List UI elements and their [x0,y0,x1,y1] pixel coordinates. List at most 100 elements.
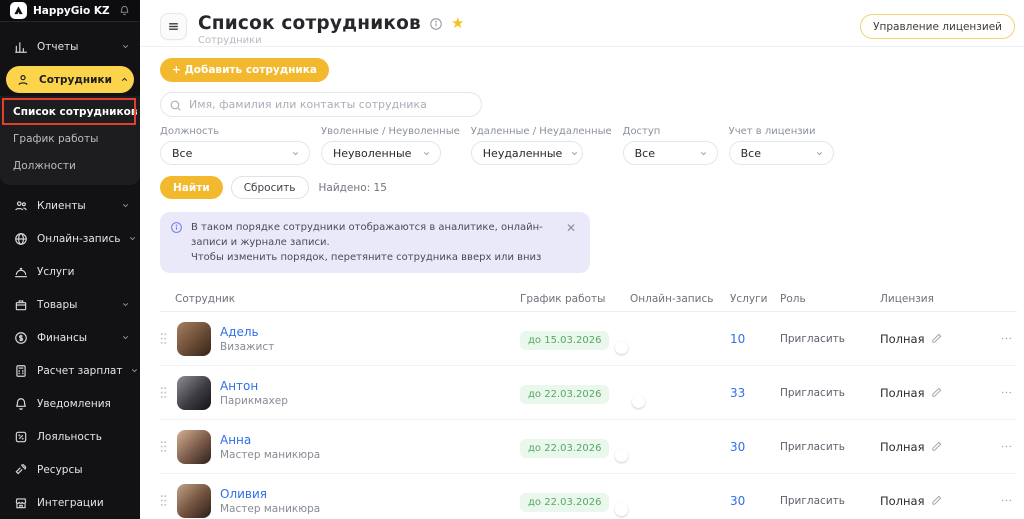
filters-row: Должность Все Уволенные / Неуволенные Не… [160,126,1017,165]
submenu-item-work-schedule[interactable]: График работы [0,125,140,152]
chevron-down-icon [570,149,579,158]
schedule-badge[interactable]: до 22.03.2026 [520,492,610,512]
sidebar-item-services[interactable]: Услуги [0,255,140,288]
search-field [160,92,482,117]
select-value: Все [740,146,761,160]
employee-name-link[interactable]: Адель [220,325,274,339]
info-icon[interactable] [429,17,443,31]
sidebar-item-reports[interactable]: Отчеты [0,30,140,63]
chevron-down-icon [130,366,139,375]
sidebar-item-label: Лояльность [37,430,102,443]
close-icon[interactable]: ✕ [564,220,578,265]
reset-button[interactable]: Сбросить [230,176,309,199]
hamburger-menu-button[interactable] [160,13,187,40]
filter-license: Учет в лицензии Все [728,126,834,165]
select-value: Все [634,146,655,160]
services-count-link[interactable]: 30 [730,494,780,508]
license-value: Полная [880,385,925,400]
search-input[interactable] [160,92,482,117]
avatar[interactable] [177,321,211,356]
sidebar-item-online-booking[interactable]: Онлайн-запись [0,222,140,255]
sidebar-item-notifications[interactable]: Уведомления [0,387,140,420]
avatar[interactable] [177,429,211,464]
services-count-link[interactable]: 30 [730,440,780,454]
row-menu-icon[interactable] [1000,440,1017,453]
schedule-badge[interactable]: до 22.03.2026 [520,384,610,404]
deleted-select[interactable]: Неудаленные [470,141,583,165]
app-window: HappyGio KZ Отчеты Сотрудники Список сот… [0,0,1024,519]
license-select[interactable]: Все [728,141,834,165]
row-menu-icon[interactable] [1000,494,1017,507]
table-row: Анна Мастер маникюра до 22.03.2026 30 Пр… [160,420,1017,474]
license-management-button[interactable]: Управление лицензией [860,14,1015,39]
add-employee-button[interactable]: + Добавить сотрудника [160,58,330,82]
row-menu-icon[interactable] [1000,386,1017,399]
calculator-icon [13,364,29,378]
service-bell-icon [13,265,29,279]
edit-pencil-icon[interactable] [931,495,942,506]
avatar[interactable] [177,375,211,410]
column-header-role: Роль [780,292,806,305]
select-value: Все [172,146,193,160]
chevron-down-icon [128,234,137,243]
submenu-item-label: Должности [13,159,76,172]
banner-line-2: Чтобы изменить порядок, перетяните сотру… [191,252,542,263]
column-header-services: Услуги [730,292,768,305]
chevron-down-icon [422,149,431,158]
notifications-bell-icon[interactable] [119,5,130,16]
package-icon [13,298,29,312]
submenu-item-positions[interactable]: Должности [0,152,140,179]
sidebar-item-products[interactable]: Товары [0,288,140,321]
access-select[interactable]: Все [622,141,718,165]
brand-logo-icon [10,2,27,19]
employee-name-link[interactable]: Оливия [220,487,320,501]
drag-handle[interactable] [160,332,168,345]
edit-pencil-icon[interactable] [931,333,942,344]
content-area: + Добавить сотрудника Должность Все Увол… [140,47,1024,519]
invite-link[interactable]: Пригласить [780,333,880,345]
sidebar-item-label: Финансы [37,331,88,344]
actions-row: Найти Сбросить Найдено: 15 [160,176,1017,199]
percent-square-icon [13,430,29,444]
chevron-down-icon [699,149,708,158]
select-value: Неуволенные [333,146,412,160]
schedule-badge[interactable]: до 15.03.2026 [520,330,610,350]
breadcrumb: Сотрудники [198,35,262,46]
sidebar-item-clients[interactable]: Клиенты [0,189,140,222]
drag-handle[interactable] [160,494,168,507]
services-count-link[interactable]: 10 [730,332,780,346]
invite-link[interactable]: Пригласить [780,387,880,399]
banner-line-1: В таком порядке сотрудники отображаются … [191,222,543,248]
sidebar-item-loyalty[interactable]: Лояльность [0,420,140,453]
favorite-star-icon[interactable]: ★ [451,16,464,31]
sidebar-item-integrations[interactable]: Интеграции [0,486,140,519]
submenu-item-employee-list[interactable]: Список сотрудников [0,98,140,125]
bar-chart-icon [13,40,29,54]
fired-select[interactable]: Неуволенные [321,141,441,165]
submenu-item-label: График работы [13,132,99,145]
row-menu-icon[interactable] [1000,332,1017,345]
employee-name-link[interactable]: Анна [220,433,320,447]
invite-link[interactable]: Пригласить [780,495,880,507]
edit-pencil-icon[interactable] [931,387,942,398]
find-button[interactable]: Найти [160,176,223,199]
schedule-badge[interactable]: до 22.03.2026 [520,438,610,458]
table-row: Оливия Мастер маникюра до 22.03.2026 30 … [160,474,1017,519]
invite-link[interactable]: Пригласить [780,441,880,453]
services-count-link[interactable]: 33 [730,386,780,400]
sidebar-item-finance[interactable]: Финансы [0,321,140,354]
chevron-down-icon [291,149,300,158]
license-value: Полная [880,493,925,508]
drag-handle[interactable] [160,386,168,399]
sidebar-item-label: Онлайн-запись [37,232,121,245]
sidebar-item-payroll[interactable]: Расчет зарплат [0,354,140,387]
sidebar-item-resources[interactable]: Ресурсы [0,453,140,486]
sidebar-item-employees[interactable]: Сотрудники [6,66,134,93]
drag-handle[interactable] [160,440,168,453]
avatar[interactable] [177,483,211,518]
position-select[interactable]: Все [160,141,310,165]
employee-name-link[interactable]: Антон [220,379,288,393]
column-header-license: Лицензия [880,292,934,305]
edit-pencil-icon[interactable] [931,441,942,452]
filter-label: Доступ [622,126,661,137]
